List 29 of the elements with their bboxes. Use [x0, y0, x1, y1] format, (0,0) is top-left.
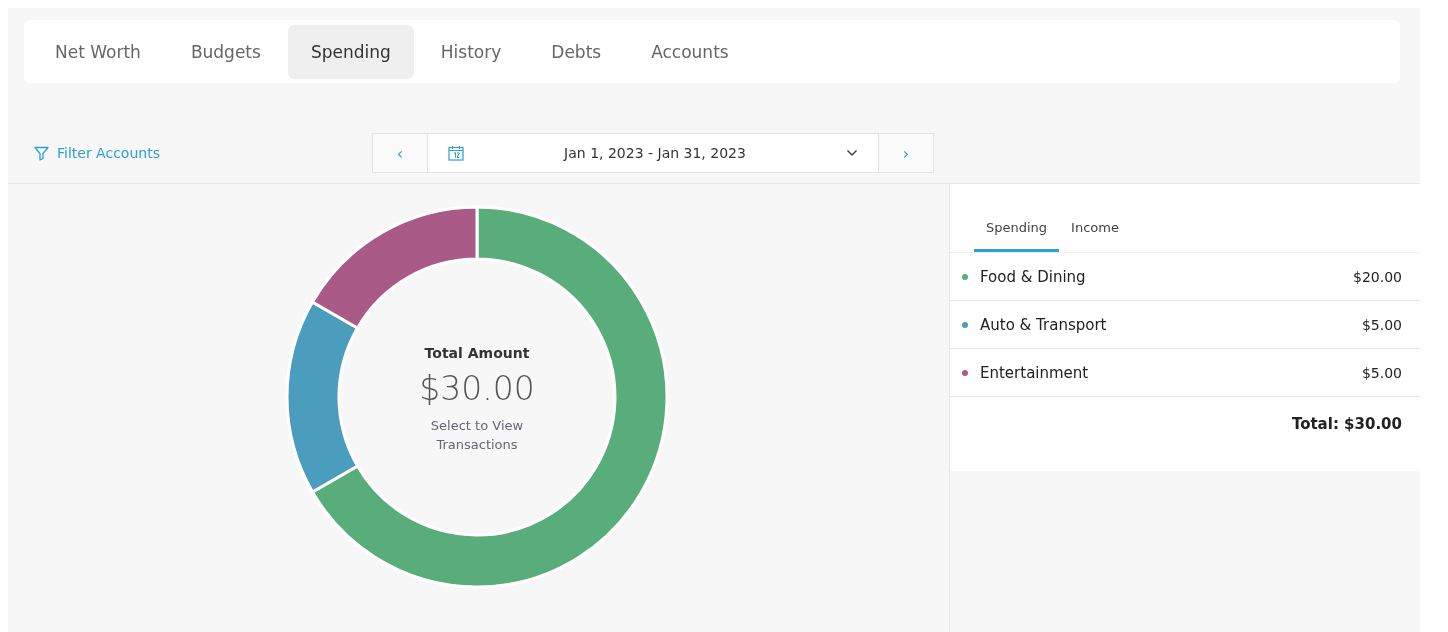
donut-segment[interactable] [285, 300, 359, 494]
total-amount-label: Total Amount [424, 345, 530, 361]
category-amount: $20.00 [1353, 268, 1402, 285]
panel-tab[interactable]: Spending [974, 214, 1060, 252]
category-amount: $5.00 [1361, 364, 1402, 381]
filter-icon [34, 145, 49, 161]
panel-tab[interactable]: Income [1059, 214, 1131, 252]
nav-tab[interactable]: Net Worth [32, 24, 164, 79]
nav-tab[interactable]: Accounts [628, 24, 752, 79]
donut-segment[interactable] [310, 205, 479, 330]
next-button[interactable]: › [879, 134, 933, 172]
category-name: Food & Dining [980, 267, 1087, 286]
donut-segment[interactable] [311, 205, 669, 589]
nav-tab[interactable]: Budgets [167, 24, 284, 79]
chart-hint-text: Select to View Transactions [429, 417, 525, 454]
category-row[interactable]: Auto & Transport $5.00 [950, 301, 1420, 349]
nav-tab[interactable]: History [417, 24, 525, 79]
category-amount: $5.00 [1361, 316, 1402, 333]
date-range-field[interactable]: Jan 1, 2023 - Jan 31, 2023 [427, 134, 879, 172]
category-row[interactable]: Food & Dining $20.00 [950, 253, 1420, 301]
total-text: Total: $30.00 [1290, 414, 1403, 433]
chevron-down-icon [846, 149, 858, 157]
nav-tab[interactable]: Spending [287, 24, 414, 79]
calendar-icon [448, 145, 464, 161]
category-name: Entertainment [980, 363, 1090, 382]
total-amount-value: $30.00 [419, 369, 535, 408]
category-name: Auto & Transport [980, 315, 1108, 334]
nav-tab[interactable]: Debts [528, 24, 625, 79]
category-row[interactable]: Entertainment $5.00 [950, 349, 1420, 397]
